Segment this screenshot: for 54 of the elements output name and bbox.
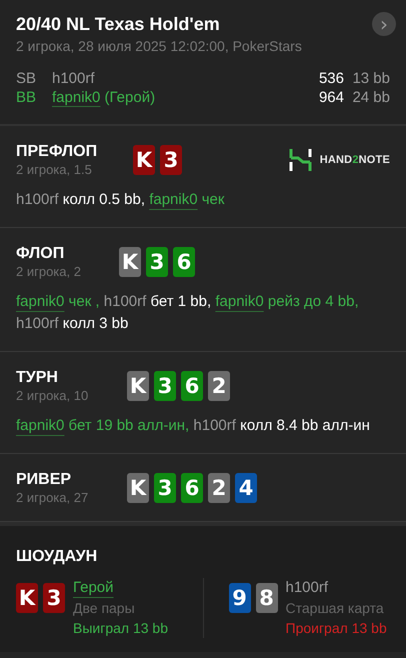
action-line: h100rf колл 0.5 bb, fapnik0 чек [16, 190, 226, 210]
stack-bb: 13 bb [351, 70, 390, 87]
showdown-title: ШОУДАУН [16, 548, 98, 566]
playing-card: K [127, 473, 149, 503]
playing-card: K [127, 371, 149, 401]
playing-card: 6 [181, 371, 203, 401]
playing-card: K [119, 247, 141, 277]
logo-icon [288, 149, 312, 171]
logo-text: HAND2NOTE [320, 154, 390, 166]
playing-card: 3 [43, 583, 65, 613]
street-title: РИВЕР [16, 471, 72, 489]
hand-title: 20/40 NL Texas Hold'em [16, 14, 221, 35]
player-link[interactable]: fapnik0 [149, 191, 198, 208]
playing-card: 9 [228, 583, 250, 613]
playing-card: 3 [154, 371, 176, 401]
street-title: ПРЕФЛОП [16, 143, 98, 161]
street-info: 2 игрока, 1.5 [16, 162, 93, 177]
playing-card: 6 [173, 247, 195, 277]
playing-card: 2 [208, 371, 230, 401]
hero-tag: (Герой) [104, 89, 156, 106]
player-link[interactable]: fapnik0 [16, 417, 64, 434]
stack-chips: 964 [318, 89, 344, 106]
player-link[interactable]: Герой [73, 578, 168, 598]
playing-card: 3 [146, 247, 168, 277]
playing-card: 2 [208, 473, 230, 503]
next-button[interactable]: › [372, 12, 396, 36]
playing-card: 4 [235, 473, 257, 503]
hand-result: Проиграл 13 bb [286, 619, 387, 638]
player-name-link[interactable]: fapnik0 [52, 89, 100, 106]
player-link[interactable]: fapnik0 [215, 293, 264, 310]
hand-result: Выиграл 13 bb [73, 619, 168, 638]
player-link[interactable]: fapnik0 [16, 293, 64, 310]
street-info: 2 игрока, 2 [16, 264, 82, 279]
playing-card: K [133, 145, 155, 175]
playing-card: K [16, 583, 38, 613]
stack-chips: 536 [318, 70, 344, 87]
playing-card: 8 [256, 583, 278, 613]
action-line: fapnik0 чек , h100rf бет 1 bb, fapnik0 рейз до 4 bb, h100rf колл 3 bb [16, 292, 360, 334]
street-info: 2 игрока, 27 [16, 490, 90, 505]
stack-bb: 24 bb [351, 89, 390, 106]
street-info: 2 игрока, 10 [16, 388, 90, 403]
action-line: fapnik0 бет 19 bb алл-ин, h100rf колл 8.4 bb алл-ин [16, 416, 371, 436]
hand-rank: Две пары [73, 599, 136, 618]
street-title: ФЛОП [16, 245, 66, 263]
hand-subtitle: 2 игрока, 28 июля 2025 12:02:00, PokerStars [16, 38, 302, 54]
player-position: SB [16, 70, 38, 87]
playing-card: 3 [154, 473, 176, 503]
player-name: h100rf [52, 70, 95, 87]
street-title: ТУРН [16, 369, 59, 387]
playing-card: 3 [160, 145, 182, 175]
hand-rank: Старшая карта [286, 599, 385, 618]
player-position: BB [16, 89, 38, 106]
playing-card: 6 [181, 473, 203, 503]
player-name: h100rf [286, 578, 330, 598]
